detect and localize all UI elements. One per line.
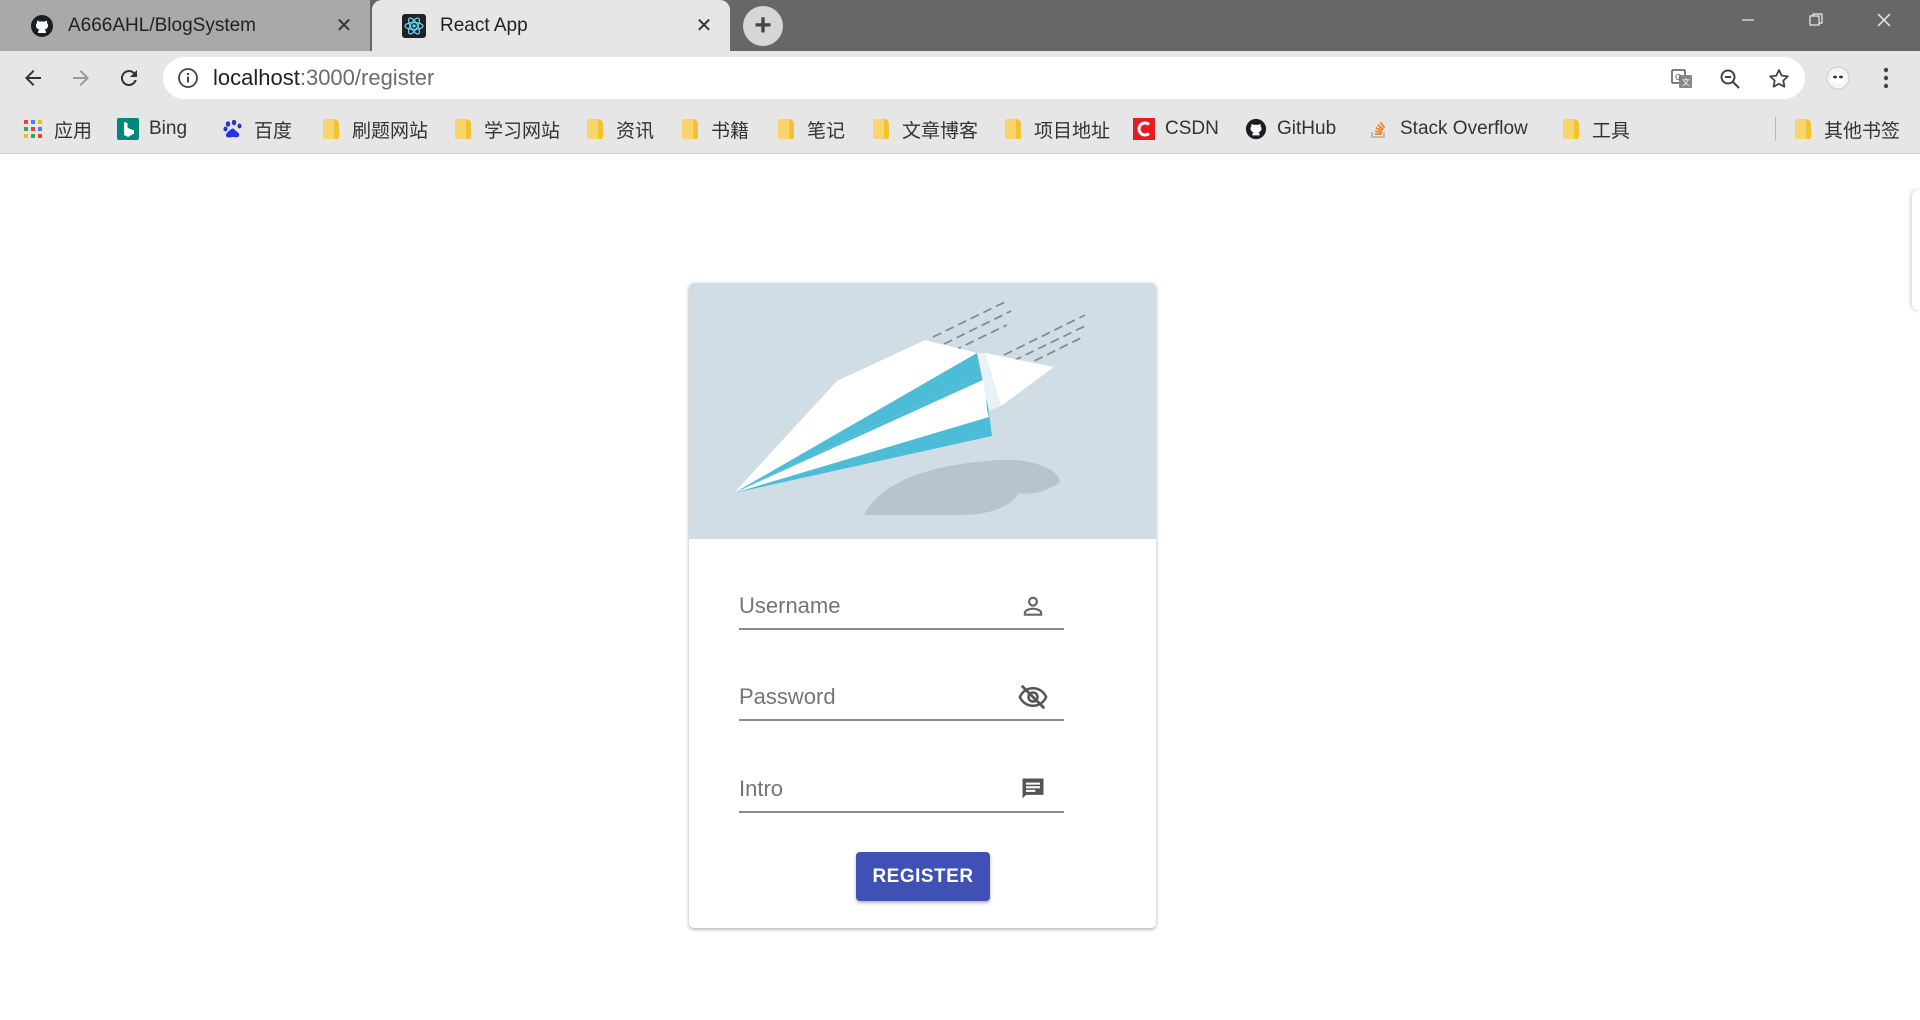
bookmark-label: 项目地址 [1034, 120, 1111, 142]
tab-react-app[interactable]: React App ✕ [372, 0, 730, 51]
stackoverflow-icon [1368, 118, 1390, 140]
tab-title: A666AHL/BlogSystem [68, 14, 256, 36]
bookmark-label: 文章博客 [902, 120, 979, 142]
tab-close-icon[interactable]: ✕ [692, 13, 716, 37]
folder-icon [1002, 118, 1024, 140]
info-icon[interactable] [177, 67, 199, 89]
person-icon [1018, 591, 1048, 621]
url-host: localhost [213, 65, 300, 90]
bookmark-folder[interactable]: 笔记 [775, 115, 845, 143]
bookmark-other[interactable]: 其他书签 [1792, 115, 1900, 143]
reload-button[interactable] [110, 59, 148, 97]
register-card: Username Password Intro REGISTER [689, 283, 1156, 928]
tab-title: React App [440, 14, 528, 36]
bookmark-csdn[interactable]: CSDN [1133, 115, 1219, 143]
bookmark-label: 刷题网站 [352, 120, 429, 142]
close-window-icon[interactable] [1850, 0, 1918, 40]
intro-field[interactable]: Intro [739, 769, 1064, 813]
bookmark-label: 百度 [254, 120, 293, 142]
profile-avatar[interactable] [1821, 61, 1855, 95]
apps-grid-icon [22, 118, 44, 140]
bookmark-folder[interactable]: 资讯 [584, 115, 654, 143]
bookmark-label: 其他书签 [1824, 120, 1901, 142]
bookmark-label: 学习网站 [484, 120, 561, 142]
bookmark-baidu[interactable]: 百度 [222, 115, 292, 143]
username-field[interactable]: Username [739, 586, 1064, 630]
browser-tab-strip: A666AHL/BlogSystem ✕ React App ✕ + [0, 0, 1920, 51]
bookmark-label: 工具 [1592, 120, 1631, 142]
new-tab-button[interactable]: + [743, 6, 783, 46]
bookmark-label: 笔记 [807, 120, 846, 142]
page-edge-tab [1912, 190, 1920, 310]
bookmark-folder[interactable]: 书籍 [679, 115, 749, 143]
username-label: Username [739, 593, 841, 618]
bookmark-apps[interactable]: 应用 [22, 115, 92, 143]
bookmark-folder[interactable]: 学习网站 [452, 115, 560, 143]
bookmarks-bar: 应用 Bing 百度 刷题网站 学习网站 资讯 书籍 笔记 文章博客 项目地址 [0, 105, 1920, 154]
bookmark-label: GitHub [1277, 118, 1337, 139]
intro-label: Intro [739, 776, 784, 801]
bing-icon [117, 118, 139, 140]
bookmark-label: Bing [149, 118, 188, 139]
register-button[interactable]: REGISTER [856, 852, 990, 901]
bookmark-folder[interactable]: 项目地址 [1002, 115, 1110, 143]
password-field[interactable]: Password [739, 677, 1064, 721]
browser-menu-button[interactable] [1869, 61, 1903, 95]
bookmark-folder[interactable]: 工具 [1560, 115, 1630, 143]
zoom-out-icon[interactable] [1717, 66, 1743, 92]
bookmarks-separator [1775, 117, 1776, 141]
csdn-icon [1133, 118, 1155, 140]
folder-icon [679, 118, 701, 140]
visibility-off-icon[interactable] [1018, 682, 1048, 712]
github-icon [30, 14, 54, 38]
folder-icon [584, 118, 606, 140]
bookmark-label: Stack Overflow [1400, 118, 1528, 139]
bookmark-label: 书籍 [711, 120, 750, 142]
react-icon [402, 13, 426, 38]
arrow-right-icon [73, 70, 89, 86]
paper-plane-illustration [689, 283, 1156, 539]
svg-text:文: 文 [1682, 77, 1690, 87]
paper-plane-image [734, 300, 1088, 515]
back-button[interactable] [14, 59, 52, 97]
tab-blogsystem[interactable]: A666AHL/BlogSystem ✕ [0, 0, 370, 51]
folder-icon [320, 118, 342, 140]
folder-icon [1560, 118, 1582, 140]
translate-icon[interactable]: G文 [1669, 66, 1695, 92]
bookmark-label: CSDN [1165, 118, 1219, 139]
github-icon [1245, 118, 1267, 140]
chat-message-icon [1018, 774, 1048, 804]
reload-icon [120, 70, 137, 87]
url-path: :3000/register [299, 65, 435, 90]
alien-avatar-icon [1826, 66, 1850, 90]
folder-icon [775, 118, 797, 140]
folder-icon [1792, 118, 1814, 140]
folder-icon [870, 118, 892, 140]
address-bar[interactable]: localhost:3000/register G文 [163, 57, 1805, 99]
bookmark-folder[interactable]: 刷题网站 [320, 115, 428, 143]
bookmark-label: 资讯 [616, 120, 655, 142]
bookmark-github[interactable]: GitHub [1245, 115, 1336, 143]
url-text[interactable]: localhost:3000/register [213, 66, 434, 90]
password-label: Password [739, 684, 836, 709]
arrow-left-icon [25, 70, 41, 86]
bookmark-folder[interactable]: 文章博客 [870, 115, 978, 143]
baidu-icon [222, 118, 244, 140]
forward-button[interactable] [62, 59, 100, 97]
tab-close-icon[interactable]: ✕ [332, 13, 356, 37]
svg-text:G: G [1675, 73, 1681, 82]
bookmark-stackoverflow[interactable]: Stack Overflow [1368, 115, 1528, 143]
bookmark-label: 应用 [54, 120, 93, 142]
more-vert-icon [1883, 67, 1889, 89]
bookmark-bing[interactable]: Bing [117, 115, 187, 143]
star-icon[interactable] [1766, 66, 1792, 92]
folder-icon [452, 118, 474, 140]
restore-icon[interactable] [1782, 0, 1850, 40]
minimize-icon[interactable] [1714, 0, 1782, 40]
browser-toolbar: localhost:3000/register G文 [0, 51, 1920, 105]
